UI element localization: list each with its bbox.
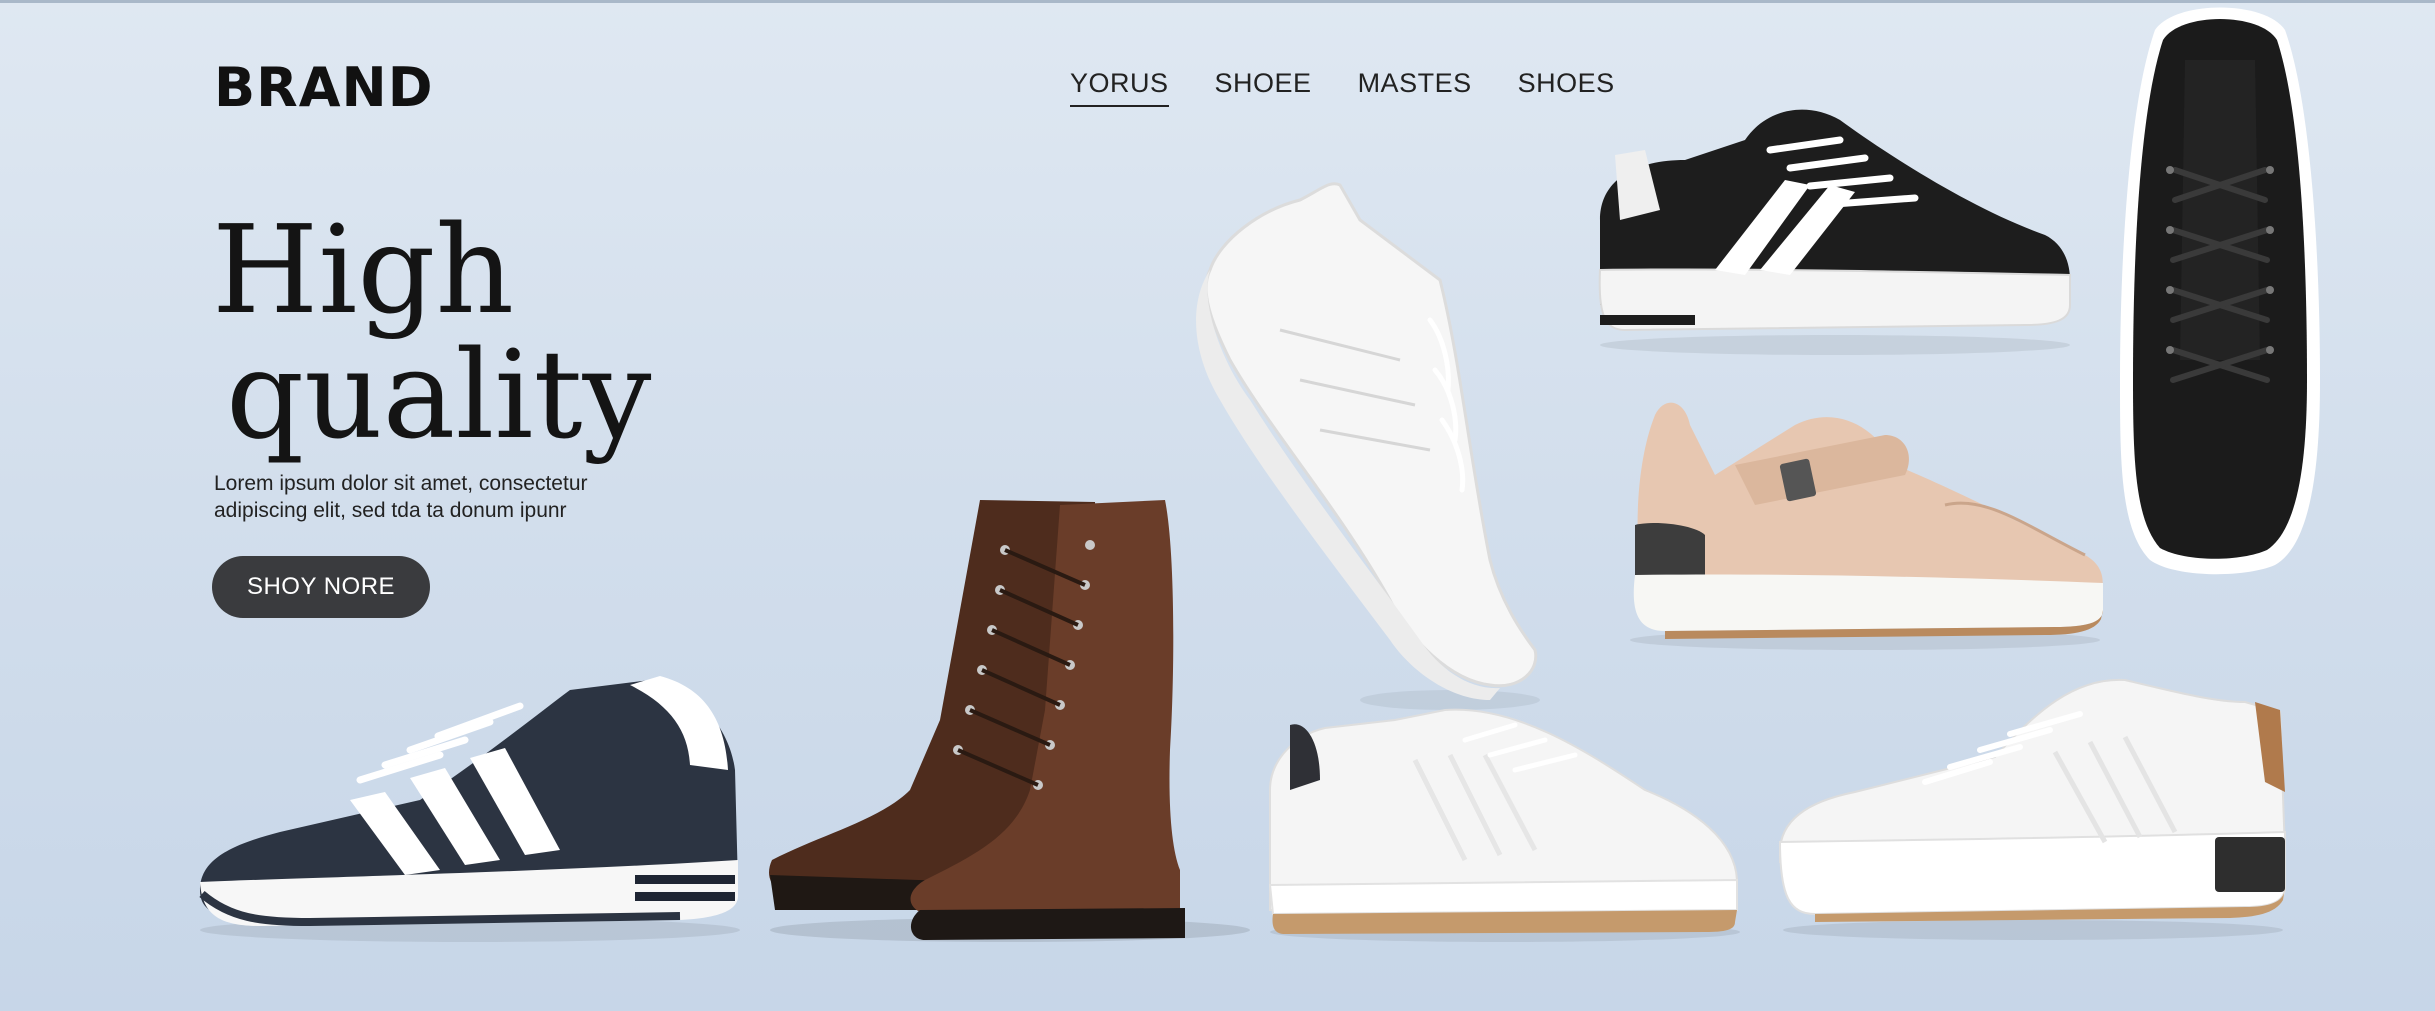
product-black-white-striped-sneaker[interactable] bbox=[1595, 100, 2075, 355]
product-black-leather-sneaker-top-view[interactable] bbox=[2115, 0, 2325, 580]
product-white-high-top-sneaker[interactable] bbox=[1190, 180, 1550, 710]
headline-line-1: High bbox=[212, 199, 515, 341]
brand-logo[interactable]: BRAND bbox=[214, 56, 434, 119]
nav-item-shoee[interactable]: SHOEE bbox=[1215, 68, 1312, 107]
product-beige-strap-sandal[interactable] bbox=[1625, 395, 2110, 650]
shop-more-button[interactable]: SHOY NORE bbox=[212, 556, 430, 618]
product-white-gum-sole-sneaker[interactable] bbox=[1265, 700, 1745, 945]
top-border bbox=[0, 0, 2435, 3]
landing-page: BRAND YORUS SHOEE MASTES SHOES High qual… bbox=[0, 0, 2435, 1011]
description-line-2: adipiscing elit, sed tda ta donum ipunr bbox=[214, 499, 567, 522]
main-nav: YORUS SHOEE MASTES SHOES bbox=[1070, 68, 1615, 107]
nav-item-mastes[interactable]: MASTES bbox=[1358, 68, 1472, 107]
hero-description: Lorem ipsum dolor sit amet, consectetur … bbox=[214, 470, 644, 524]
nav-item-yorus[interactable]: YORUS bbox=[1070, 68, 1169, 107]
product-navy-white-striped-sneaker[interactable] bbox=[190, 660, 750, 945]
product-white-tan-heel-sneaker[interactable] bbox=[1775, 672, 2290, 942]
description-line-1: Lorem ipsum dolor sit amet, consectetur bbox=[214, 472, 588, 495]
hero-headline: High quality bbox=[212, 208, 651, 458]
headline-line-2: quality bbox=[226, 324, 652, 466]
